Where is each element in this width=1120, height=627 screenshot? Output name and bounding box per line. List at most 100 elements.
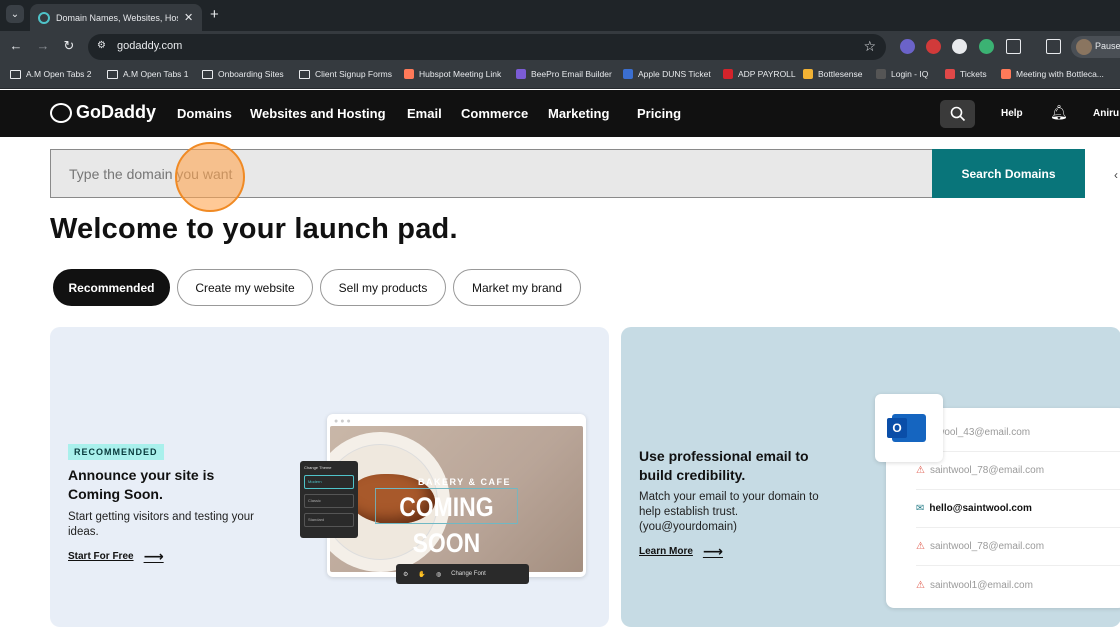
mail-icon: ✉ [916, 503, 925, 514]
tab-sell-products[interactable]: Sell my products [320, 269, 446, 306]
extension-icon[interactable] [979, 39, 994, 54]
side-panel-icon[interactable] [1046, 39, 1061, 54]
logo-text: GoDaddy [76, 102, 157, 122]
godaddy-logo[interactable]: GoDaddy [50, 102, 156, 123]
start-for-free-link[interactable]: Start For Free ⟶ [68, 548, 164, 565]
tab-title: Domain Names, Websites, Hosting [56, 12, 178, 23]
tickets-icon [945, 69, 955, 79]
nav-email[interactable]: Email [407, 106, 442, 121]
browser-toolbar: ← → ↻ ⚙ godaddy.com ☆ Pause [0, 31, 1120, 63]
tab-recommended[interactable]: Recommended [53, 269, 170, 306]
close-tab-icon[interactable]: ✕ [184, 11, 193, 24]
bookmark-item[interactable]: Hubspot Meeting Link [404, 69, 501, 79]
site-header: GoDaddy Domains Websites and Hosting Ema… [0, 90, 1120, 137]
theme-panel-title: Change Theme [304, 465, 332, 470]
bookmark-item[interactable]: Apple DUNS Ticket [623, 69, 711, 79]
avatar [1076, 39, 1092, 55]
warning-icon: ⚠ [916, 465, 925, 476]
theme-panel: Change Theme Modern Classic Standard [300, 461, 358, 538]
folder-icon [299, 69, 310, 79]
window-dots-icon: ●●● [334, 418, 353, 425]
login-icon [876, 69, 886, 79]
hubspot-icon [404, 69, 414, 79]
bookmark-item[interactable]: A.M Open Tabs 1 [107, 69, 189, 79]
card-title: Use professional email to build credibil… [639, 448, 809, 483]
apple-icon [623, 69, 633, 79]
godaddy-logo-icon [50, 102, 72, 123]
bookmark-item[interactable]: Bottlesense [803, 69, 862, 79]
new-tab-icon[interactable]: + [210, 6, 219, 23]
url-text[interactable]: godaddy.com [117, 40, 182, 52]
header-search-button[interactable] [940, 100, 975, 128]
address-bar[interactable]: ⚙ godaddy.com ☆ [88, 34, 886, 60]
tab-market-brand[interactable]: Market my brand [453, 269, 581, 306]
nav-marketing[interactable]: Marketing [548, 106, 609, 121]
bookmark-item[interactable]: A.M Open Tabs 2 [10, 69, 92, 79]
theme-option: Modern [304, 475, 354, 489]
tab-create-website[interactable]: Create my website [177, 269, 313, 306]
tab-search-icon[interactable]: ⌄ [6, 5, 24, 23]
bookmark-item[interactable]: Login - IQ [876, 69, 928, 79]
search-domains-button[interactable]: Search Domains [932, 149, 1085, 198]
bookmark-item[interactable]: BeePro Email Builder [516, 69, 612, 79]
nav-websites-hosting[interactable]: Websites and Hosting [250, 106, 386, 121]
nav-pricing[interactable]: Pricing [637, 106, 681, 121]
hubspot-icon [1001, 69, 1011, 79]
learn-more-link[interactable]: Learn More ⟶ [639, 543, 723, 560]
bell-icon[interactable]: 🔔︎ [1050, 104, 1068, 121]
card-description: Start getting visitors and testing your … [68, 511, 255, 538]
folder-icon [10, 69, 21, 79]
change-font-label: Change Font [451, 571, 486, 577]
list-item: ⚠ saintwool_78@email.com [916, 452, 1120, 490]
bookmark-item[interactable]: Meeting with Bottleca... [1001, 69, 1104, 79]
card-description: Match your email to your domain to help … [639, 491, 819, 533]
preview-subtitle: BAKERY & CAFE [418, 477, 512, 487]
bookmark-item[interactable]: Client Signup Forms [299, 69, 392, 79]
extension-icon[interactable] [900, 39, 915, 54]
adp-icon [723, 69, 733, 79]
list-item: saintwool_43@email.com [916, 414, 1120, 452]
theme-option: Standard [304, 513, 354, 527]
coming-soon-card: RECOMMENDED Announce your site is Coming… [50, 327, 609, 627]
profile-label: Pause [1095, 41, 1120, 51]
godaddy-favicon-icon [38, 11, 50, 24]
arrow-right-icon: ⟶ [702, 543, 723, 559]
extension-icon[interactable] [952, 39, 967, 54]
arrow-right-icon: ⟶ [143, 548, 164, 564]
back-icon[interactable]: ← [8, 38, 24, 53]
coming-soon-preview: ●●● BAKERY & CAFE COMING SOON [327, 414, 586, 577]
site-info-icon[interactable]: ⚙ [97, 40, 106, 51]
nav-domains[interactable]: Domains [177, 106, 232, 121]
list-item: ⚠ saintwool_78@email.com [916, 528, 1120, 566]
color-wheel-icon: ◍ [435, 571, 442, 578]
bookmark-star-icon[interactable]: ☆ [863, 38, 876, 55]
chevron-left-icon[interactable]: ‹ [1114, 168, 1118, 182]
bottlesense-icon [803, 69, 813, 79]
card-title: Announce your site is Coming Soon. [68, 467, 215, 502]
professional-email-card: Use professional email to build credibil… [621, 327, 1120, 627]
preview-headline: COMING SOON [375, 488, 518, 558]
folder-icon [107, 69, 118, 79]
warning-icon: ⚠ [916, 579, 925, 591]
profile-button[interactable]: Pause [1071, 36, 1120, 58]
bakery-image: BAKERY & CAFE COMING SOON [330, 426, 583, 572]
user-menu[interactable]: Aniru [1093, 108, 1119, 119]
browser-tab[interactable]: Domain Names, Websites, Hosting ✕ [30, 4, 202, 31]
outlook-logo: O [875, 394, 943, 462]
nav-commerce[interactable]: Commerce [461, 106, 528, 121]
theme-option: Classic [304, 494, 354, 508]
list-item: ⚠ saintwool1@email.com [916, 579, 1033, 591]
page-title: Welcome to your launch pad. [50, 213, 458, 245]
recommended-badge: RECOMMENDED [68, 444, 164, 460]
bookmark-item[interactable]: Onboarding Sites [202, 69, 284, 79]
hand-icon: ✋ [418, 571, 426, 578]
click-cursor-indicator [175, 142, 245, 212]
help-link[interactable]: Help [1001, 108, 1023, 119]
reload-icon[interactable]: ↻ [61, 38, 77, 54]
extension-icon[interactable] [926, 39, 941, 54]
bookmark-item[interactable]: Tickets [945, 69, 987, 79]
gear-icon: ⚙ [403, 571, 409, 578]
extensions-puzzle-icon[interactable] [1006, 39, 1021, 54]
forward-icon[interactable]: → [35, 38, 51, 53]
bookmark-item[interactable]: ADP PAYROLL [723, 69, 796, 79]
